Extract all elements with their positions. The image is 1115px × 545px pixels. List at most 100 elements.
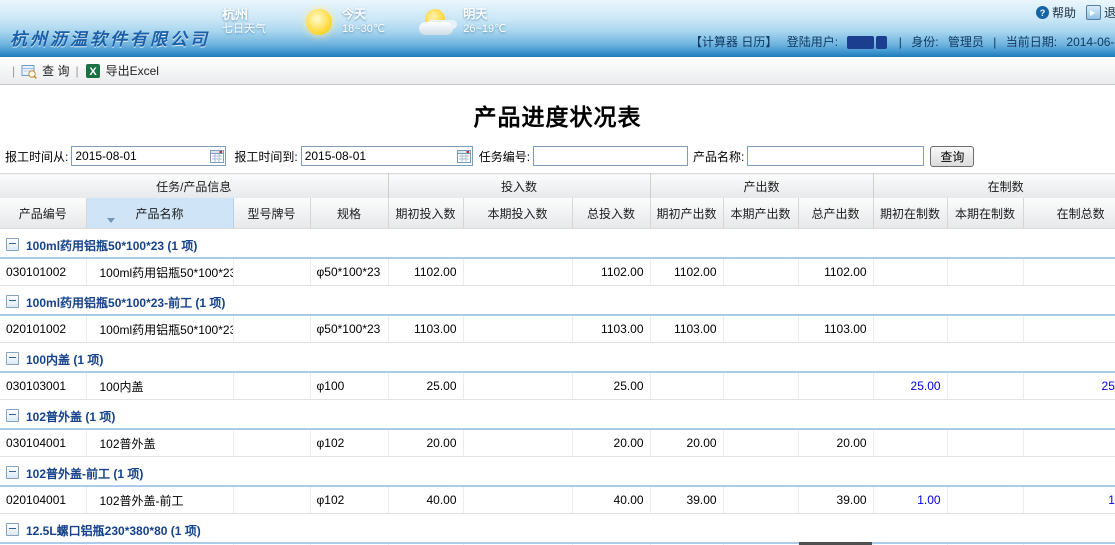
- group-block: 12.5L螺口铝瓶230*380*80 (1 项)03010200612.5L螺…: [0, 514, 1115, 545]
- table-cell: [947, 315, 1023, 343]
- separator: |: [899, 35, 902, 49]
- table-cell: 1103.00: [798, 315, 873, 343]
- table-cell: 20.00: [650, 429, 723, 457]
- product-name-label: 产品名称:: [693, 148, 744, 165]
- sun-cloud-icon: [419, 9, 453, 35]
- table-cell: [723, 486, 798, 514]
- column-header[interactable]: 本期产出数: [723, 198, 798, 229]
- table-cell: 1102.00: [650, 258, 723, 286]
- company-logo-text: 杭州沥温软件有限公司: [10, 25, 210, 50]
- collapse-icon[interactable]: [6, 523, 19, 536]
- table-cell: φ102: [310, 486, 388, 514]
- collapse-icon[interactable]: [6, 409, 19, 422]
- toolbar-separator: |: [75, 64, 78, 78]
- date-to-box: [301, 146, 473, 166]
- table-cell: [233, 486, 310, 514]
- header-group-2: 投入数: [388, 174, 650, 199]
- table-cell: 40.00: [388, 486, 463, 514]
- table-cell: 1103.00: [388, 315, 463, 343]
- table-cell: [463, 486, 572, 514]
- weather-city-block[interactable]: 杭州 七日天气: [222, 7, 266, 37]
- help-link[interactable]: 帮助: [1052, 4, 1076, 21]
- column-header[interactable]: 本期投入数: [463, 198, 572, 229]
- group-title: 102普外盖 (1 项): [26, 410, 115, 424]
- column-header[interactable]: 规格: [310, 198, 388, 229]
- collapse-icon[interactable]: [6, 238, 19, 251]
- calendar-icon[interactable]: [210, 149, 224, 163]
- login-user-label: 登陆用户:: [787, 35, 838, 49]
- query-toolbar-button[interactable]: 查 询: [21, 62, 69, 79]
- date-from-input[interactable]: [72, 149, 210, 163]
- group-header[interactable]: 12.5L螺口铝瓶230*380*80 (1 项): [0, 518, 1115, 543]
- session-info-bar: 【计算器 日历】 登陆用户: | 身份: 管理员 | 当前日期: 2014-06…: [690, 33, 1115, 50]
- table-cell: φ102: [310, 429, 388, 457]
- group-header[interactable]: 102普外盖 (1 项): [0, 404, 1115, 429]
- table-cell: φ100: [310, 372, 388, 400]
- collapse-icon[interactable]: [6, 466, 19, 479]
- search-button[interactable]: 查询: [930, 146, 974, 167]
- group-block: 102普外盖 (1 项)030104001102普外盖φ10220.0020.0…: [0, 400, 1115, 457]
- table-row: 020104001102普外盖-前工φ10240.0040.0039.0039.…: [0, 486, 1115, 514]
- weather-week-label: 七日天气: [222, 22, 266, 37]
- table-row: 030104001102普外盖φ10220.0020.0020.0020.00: [0, 429, 1115, 457]
- group-header[interactable]: 100ml药用铝瓶50*100*23-前工 (1 项): [0, 290, 1115, 315]
- group-block: 100ml药用铝瓶50*100*23-前工 (1 项)020101002100m…: [0, 286, 1115, 343]
- table-cell: [463, 315, 572, 343]
- group-header[interactable]: 100ml药用铝瓶50*100*23 (1 项): [0, 233, 1115, 258]
- table-cell: [723, 258, 798, 286]
- today-label: 今天: [342, 7, 385, 22]
- date-from-box: [71, 146, 226, 166]
- date-from-label: 报工时间从:: [5, 148, 68, 165]
- group-block: 102普外盖-前工 (1 项)020104001102普外盖-前工φ10240.…: [0, 457, 1115, 514]
- column-header[interactable]: 总产出数: [798, 198, 873, 229]
- sun-icon: [306, 9, 332, 35]
- weather-widget: 杭州 七日天气 今天 18~30℃ 明天 26~19℃: [222, 7, 507, 37]
- table-cell: φ50*100*23: [310, 258, 388, 286]
- table-cell: 20.00: [798, 429, 873, 457]
- column-header[interactable]: 本期在制数: [947, 198, 1023, 229]
- table-cell: [233, 429, 310, 457]
- product-name-box: [747, 146, 924, 166]
- group-header[interactable]: 102普外盖-前工 (1 项): [0, 461, 1115, 486]
- table-cell: [947, 486, 1023, 514]
- identity-value: 管理员: [948, 35, 984, 49]
- excel-icon: X: [85, 63, 101, 79]
- table-cell: [463, 429, 572, 457]
- collapse-icon[interactable]: [6, 352, 19, 365]
- tomorrow-temp: 26~19℃: [463, 22, 506, 37]
- column-header[interactable]: 期初产出数: [650, 198, 723, 229]
- column-header[interactable]: 总投入数: [572, 198, 650, 229]
- tomorrow-label: 明天: [463, 7, 506, 22]
- calendar-icon[interactable]: [457, 149, 471, 163]
- product-name-input[interactable]: [748, 149, 923, 163]
- table-cell: 100ml药用铝瓶50*100*23: [86, 258, 233, 286]
- current-date-value: 2014-06-26 10:10:3: [1066, 35, 1115, 49]
- column-header[interactable]: 期初投入数: [388, 198, 463, 229]
- table-cell: [723, 372, 798, 400]
- group-title: 12.5L螺口铝瓶230*380*80 (1 项): [26, 524, 201, 538]
- table-cell: 40.00: [572, 486, 650, 514]
- group-header[interactable]: 100内盖 (1 项): [0, 347, 1115, 372]
- column-header[interactable]: 在制总数: [1023, 198, 1115, 229]
- export-excel-button[interactable]: X 导出Excel: [85, 62, 159, 79]
- toolbar: | 查 询 | X 导出Excel: [0, 57, 1115, 85]
- date-to-input[interactable]: [302, 149, 457, 163]
- collapse-icon[interactable]: [6, 295, 19, 308]
- column-header[interactable]: 产品名称: [86, 198, 233, 229]
- table-cell: [873, 429, 947, 457]
- column-header[interactable]: 型号牌号: [233, 198, 310, 229]
- column-header[interactable]: 产品编号: [0, 198, 86, 229]
- table-cell: [463, 372, 572, 400]
- task-no-input[interactable]: [534, 149, 687, 163]
- column-header[interactable]: 期初在制数: [873, 198, 947, 229]
- table-cell: [463, 258, 572, 286]
- table-row: 020101002100ml药用铝瓶50*100*23-...φ50*100*2…: [0, 315, 1115, 343]
- table-cell: 020101002: [0, 315, 86, 343]
- weather-city: 杭州: [222, 7, 266, 22]
- sort-desc-icon: [107, 218, 115, 223]
- table-cell: 1102.00: [798, 258, 873, 286]
- logout-link[interactable]: 退出: [1104, 4, 1115, 21]
- table-cell: [723, 315, 798, 343]
- table-cell: [947, 258, 1023, 286]
- tools-links[interactable]: 【计算器 日历】: [690, 35, 777, 49]
